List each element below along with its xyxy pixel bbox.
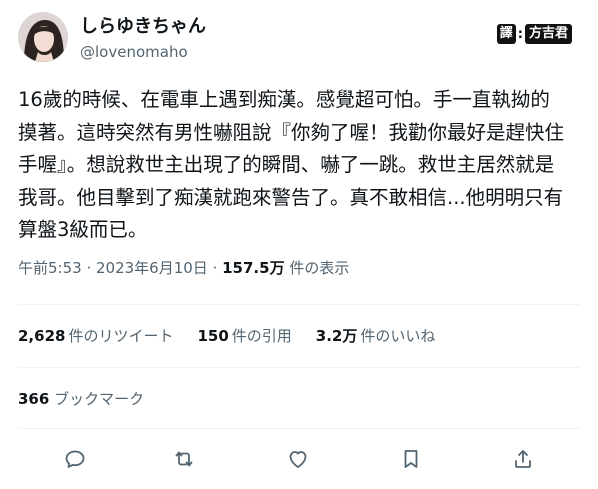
quotes-label: 件の引用 <box>231 327 292 345</box>
bookmarks-count: 366 <box>18 390 50 408</box>
meta-separator: · <box>207 259 223 277</box>
retweet-button[interactable] <box>169 444 199 474</box>
tweet-time[interactable]: 午前5:53 <box>18 259 82 277</box>
likes-count: 3.2万 <box>315 327 358 345</box>
tweet-date[interactable]: 2023年6月10日 <box>96 259 208 277</box>
user-handle[interactable]: @lovenomaho <box>80 43 188 61</box>
like-button[interactable] <box>283 444 313 474</box>
bookmarks-stat[interactable]: 366 ブックマーク <box>18 387 144 411</box>
translator-separator: : <box>517 26 523 42</box>
retweet-icon <box>175 451 193 467</box>
divider <box>18 304 580 305</box>
likes-stat[interactable]: 3.2万 件のいいね <box>316 324 436 348</box>
views-count: 157.5万 <box>222 259 285 277</box>
divider <box>18 428 580 429</box>
likes-label: 件のいいね <box>360 327 436 345</box>
retweets-count: 2,628 <box>18 327 66 345</box>
retweets-stat[interactable]: 2,628 件のリツイート <box>18 324 173 348</box>
share-icon <box>515 450 531 468</box>
meta-separator: · <box>81 259 96 277</box>
tweet-meta: 午前5:53 · 2023年6月10日 · 157.5万 件の表示 <box>18 257 349 279</box>
retweets-label: 件のリツイート <box>68 327 174 345</box>
translator-label: 譯 <box>496 24 516 44</box>
reply-icon <box>65 450 85 468</box>
views-label: 件の表示 <box>284 259 350 277</box>
bookmarks-label: ブックマーク <box>54 390 145 408</box>
tweet-header: しらゆきちゃん @lovenomaho 譯 : 方吉君 <box>18 12 578 68</box>
quotes-stat[interactable]: 150 件の引用 <box>197 324 291 348</box>
tweet-text: 16歲的時候、在電車上遇到痴漢。感覺超可怕。手一直執拗的 摸著。這時突然有男性嚇… <box>18 88 565 241</box>
translator-name: 方吉君 <box>524 24 572 44</box>
like-icon <box>289 451 307 468</box>
engagement-stats: 2,628 件のリツイート 150 件の引用 3.2万 件のいいね <box>18 324 459 348</box>
reply-button[interactable] <box>60 444 90 474</box>
share-button[interactable] <box>508 444 538 474</box>
quotes-count: 150 <box>197 327 229 345</box>
translator-credit: 譯 : 方吉君 <box>496 23 572 45</box>
bookmark-button[interactable] <box>396 444 426 474</box>
action-bar <box>30 444 570 474</box>
bookmark-icon <box>404 450 418 468</box>
display-name[interactable]: しらゆきちゃん <box>80 16 206 38</box>
avatar[interactable] <box>18 12 68 62</box>
profile-photo-icon <box>18 12 68 62</box>
divider <box>18 367 580 368</box>
